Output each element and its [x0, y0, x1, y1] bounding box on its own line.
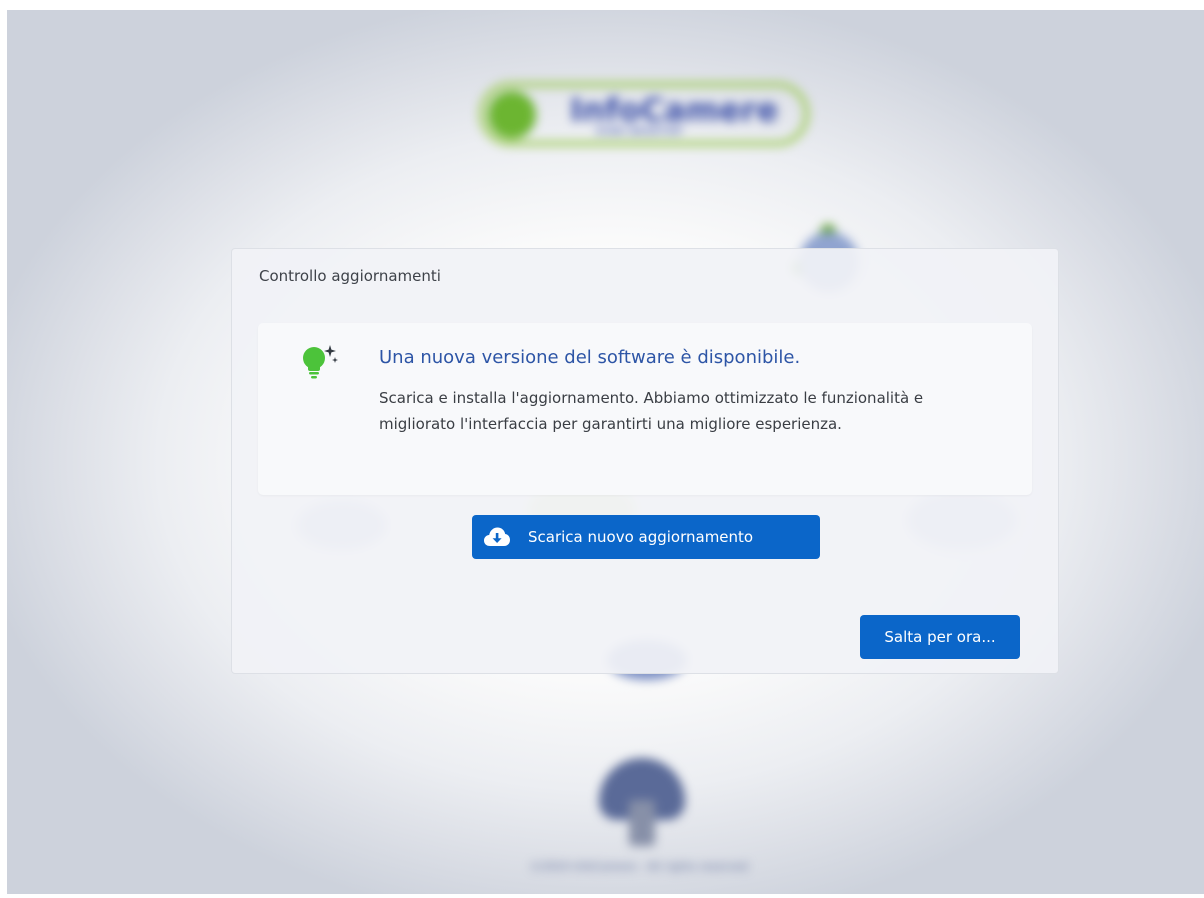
- skip-button[interactable]: Salta per ora...: [860, 615, 1020, 659]
- infocamere-logo: InfoCamere SIGN DESKTOP: [479, 82, 809, 146]
- update-notice-card: Una nuova versione del software è dispon…: [258, 323, 1032, 495]
- download-button-label: Scarica nuovo aggiornamento: [528, 528, 754, 546]
- update-dialog: Controllo aggiornamenti Una nuova versio…: [231, 248, 1059, 674]
- copyright-footer: ©2024 InfoCamere - All rights reserved: [530, 860, 748, 873]
- notice-heading: Una nuova versione del software è dispon…: [379, 347, 801, 368]
- download-update-button[interactable]: Scarica nuovo aggiornamento: [472, 515, 820, 559]
- logo-text: InfoCamere: [570, 91, 779, 129]
- cloud-download-icon: [484, 527, 510, 546]
- logo-emblem: [488, 91, 536, 139]
- tree-trunk: [629, 800, 655, 846]
- dialog-title: Controllo aggiornamenti: [259, 267, 441, 285]
- lightbulb-sparkle-icon: [303, 345, 338, 379]
- logo-subtitle: SIGN DESKTOP: [596, 127, 684, 137]
- app-window: InfoCamere SIGN DESKTOP ©2024 InfoCamere…: [7, 10, 1204, 894]
- notice-description: Scarica e installa l'aggiornamento. Abbi…: [379, 389, 924, 433]
